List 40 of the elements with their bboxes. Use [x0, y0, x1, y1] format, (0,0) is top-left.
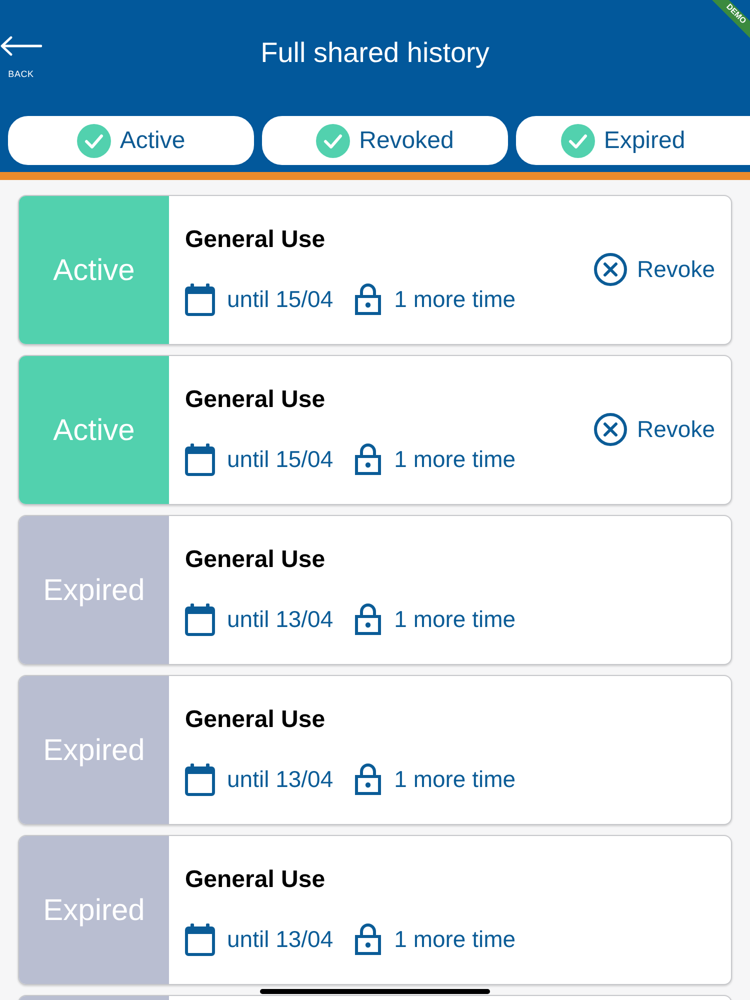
card-title: General Use	[185, 226, 326, 255]
status-strip: Expired	[19, 676, 169, 824]
remaining-uses: 1 more time	[394, 926, 516, 954]
lock-icon	[355, 283, 382, 316]
expiry-date: until 13/04	[227, 766, 334, 794]
lock-icon	[355, 763, 382, 796]
calendar-icon	[185, 602, 215, 636]
calendar-icon	[185, 442, 215, 476]
calendar-icon	[185, 282, 215, 316]
page-title: Full shared history	[260, 36, 490, 70]
status-strip: Expired	[19, 836, 169, 984]
filter-chip[interactable]: Active	[8, 116, 254, 165]
lock-icon	[355, 603, 382, 636]
expiry-date: until 15/04	[227, 446, 334, 474]
lock-icon	[355, 443, 382, 476]
calendar-icon	[185, 922, 215, 956]
remaining-uses: 1 more time	[394, 446, 516, 474]
card-title: General Use	[185, 546, 326, 575]
calendar-icon	[185, 762, 215, 796]
card-title: General Use	[185, 386, 326, 415]
status-strip: Active	[19, 196, 169, 344]
lock-icon	[355, 923, 382, 956]
back-arrow-icon	[0, 36, 42, 56]
expiry-date: until 15/04	[227, 286, 334, 314]
remaining-uses: 1 more time	[394, 286, 516, 314]
status-strip: Active	[19, 356, 169, 504]
filter-chip[interactable]: Expired	[516, 116, 750, 165]
revoke-button[interactable]: Revoke	[594, 252, 731, 286]
back-button[interactable]: BACK	[0, 36, 42, 79]
remaining-uses: 1 more time	[394, 606, 516, 634]
card-title: General Use	[185, 706, 326, 735]
card-title: General Use	[185, 866, 326, 895]
close-circle-icon	[594, 252, 628, 286]
expiry-date: until 13/04	[227, 926, 334, 954]
revoke-button[interactable]: Revoke	[594, 412, 731, 446]
filter-chip[interactable]: Revoked	[262, 116, 508, 165]
close-circle-icon	[594, 412, 628, 446]
expiry-date: until 13/04	[227, 606, 334, 634]
remaining-uses: 1 more time	[394, 766, 516, 794]
status-strip: Expired	[19, 516, 169, 664]
